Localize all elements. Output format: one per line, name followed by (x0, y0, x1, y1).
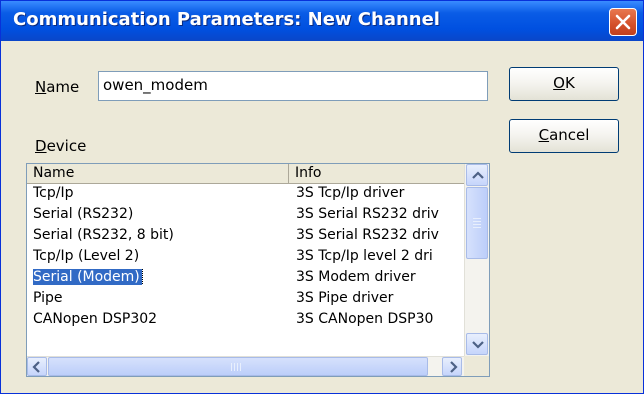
vertical-scrollbar[interactable] (464, 164, 489, 356)
row-name: CANopen DSP302 (33, 311, 158, 327)
list-row[interactable]: Tcp/Ip 3S Tcp/Ip driver (27, 184, 464, 205)
row-name: Serial (RS232) (33, 206, 134, 222)
device-label: Device (35, 137, 87, 155)
list-row[interactable]: Tcp/Ip (Level 2) 3S Tcp/Ip level 2 dri (27, 247, 464, 268)
row-info: 3S Modem driver (296, 269, 416, 285)
scrollbar-corner (464, 356, 489, 376)
row-name: Tcp/Ip (33, 185, 74, 201)
chevron-down-icon (472, 341, 484, 349)
row-name: Serial (RS232, 8 bit) (33, 227, 174, 243)
row-info: 3S Tcp/Ip level 2 dri (296, 248, 433, 264)
title-bar[interactable]: Communication Parameters: New Channel (1, 1, 643, 41)
chevron-up-icon (472, 171, 484, 179)
horizontal-scroll-thumb[interactable] (48, 357, 428, 376)
scroll-left-button[interactable] (27, 357, 47, 376)
row-name: Serial (Modem) (33, 269, 287, 285)
row-name: Tcp/Ip (Level 2) (33, 248, 140, 264)
row-info: 3S Tcp/Ip driver (296, 185, 405, 201)
column-header-info[interactable]: Info (289, 164, 464, 184)
list-row-selected[interactable]: Serial (Modem) 3S Modem driver (27, 268, 464, 289)
list-rows: Tcp/Ip 3S Tcp/Ip driver Serial (RS232) 3… (27, 184, 464, 356)
chevron-left-icon (32, 361, 40, 373)
column-header-name[interactable]: Name (27, 164, 289, 184)
row-info: 3S Serial RS232 driv (296, 206, 439, 222)
row-info: 3S Serial RS232 driv (296, 227, 439, 243)
scroll-down-button[interactable] (466, 333, 488, 355)
list-header: Name Info (27, 164, 464, 184)
device-list[interactable]: Name Info Tcp/Ip 3S Tcp/Ip driver Serial… (26, 163, 490, 377)
row-name: Pipe (33, 290, 63, 306)
close-button[interactable] (609, 8, 637, 36)
window-title: Communication Parameters: New Channel (13, 9, 440, 30)
row-info: 3S Pipe driver (296, 290, 394, 306)
name-input[interactable]: owen_modem (98, 71, 488, 101)
chevron-right-icon (450, 361, 458, 373)
close-icon (615, 14, 631, 30)
scroll-up-button[interactable] (466, 164, 488, 186)
list-row[interactable]: CANopen DSP302 3S CANopen DSP30 (27, 310, 464, 331)
ok-button[interactable]: OK (509, 67, 619, 101)
list-row[interactable]: Serial (RS232) 3S Serial RS232 driv (27, 205, 464, 226)
scroll-right-button[interactable] (442, 357, 462, 376)
name-label: Name (35, 78, 80, 96)
list-row[interactable]: Serial (RS232, 8 bit) 3S Serial RS232 dr… (27, 226, 464, 247)
horizontal-scrollbar[interactable] (27, 356, 464, 376)
cancel-button[interactable]: Cancel (509, 119, 619, 153)
row-info: 3S CANopen DSP30 (296, 311, 434, 327)
list-row[interactable]: Pipe 3S Pipe driver (27, 289, 464, 310)
selection-highlight: Serial (Modem) (33, 269, 143, 285)
dialog-window: Communication Parameters: New Channel Na… (0, 0, 644, 394)
vertical-scroll-thumb[interactable] (466, 187, 488, 259)
